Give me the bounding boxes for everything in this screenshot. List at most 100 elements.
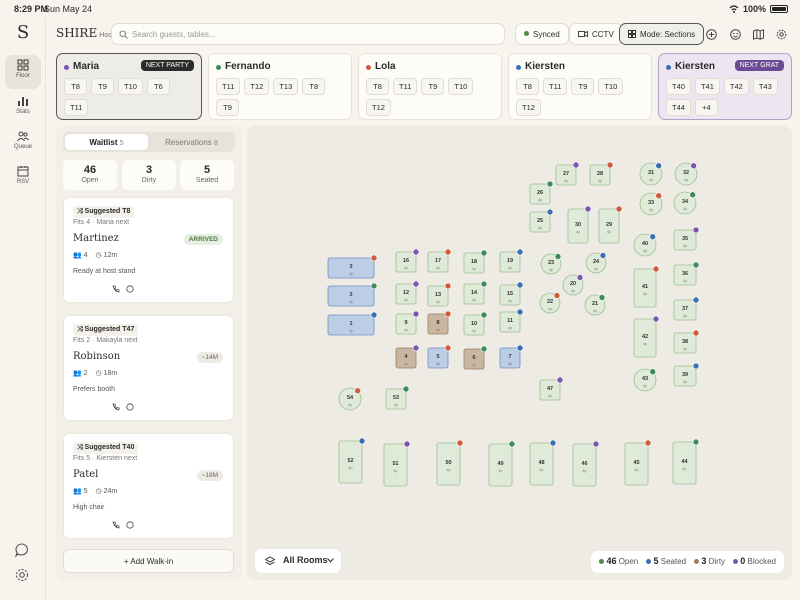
table-chip[interactable]: T9 [91, 78, 114, 95]
table-1[interactable]: 1 4p [327, 311, 378, 336]
table-chip[interactable]: T42 [723, 78, 749, 95]
table-chip[interactable]: T11 [543, 78, 568, 95]
table-15[interactable]: 15 4p [499, 281, 524, 306]
table-chip[interactable]: T11 [64, 99, 89, 116]
table-4[interactable]: 44p [395, 344, 420, 369]
message-icon[interactable] [126, 521, 134, 529]
table-39[interactable]: 39 4p [673, 362, 700, 387]
table-3[interactable]: 3 4p [327, 254, 378, 279]
table-chip[interactable]: T44 [666, 99, 691, 116]
table-28[interactable]: 28 4p [589, 161, 614, 186]
table-chip[interactable]: T12 [516, 99, 541, 116]
table-30[interactable]: 30 4p [567, 205, 592, 244]
table-chip[interactable]: T12 [366, 99, 391, 116]
server-card-fernando[interactable]: Fernando T11 T12 T13 T8 T9 [208, 53, 352, 120]
nav-queue[interactable]: Queue [5, 126, 41, 160]
table-chip[interactable]: T10 [118, 78, 143, 95]
add-walkin-button[interactable]: + Add Walk-in [63, 549, 234, 573]
table-chip[interactable]: T11 [216, 78, 241, 95]
guest-card[interactable]: ⤨ Suggested T47 Fits 2 · Makayla next Ro… [63, 315, 234, 421]
phone-icon[interactable] [112, 521, 120, 529]
table-26[interactable]: 26 4p [529, 180, 554, 205]
table-52[interactable]: 52 4p [338, 437, 366, 484]
table-chip[interactable]: T11 [393, 78, 418, 95]
table-49[interactable]: 49 4p [488, 440, 516, 487]
table-chip[interactable]: T12 [244, 78, 270, 95]
table-chip[interactable]: T40 [666, 78, 691, 95]
table-53[interactable]: 53 4p [385, 385, 410, 410]
more-tables-chip[interactable]: +4 [694, 99, 718, 116]
table-51[interactable]: 51 4p [383, 440, 411, 487]
table-37[interactable]: 37 4p [673, 296, 700, 321]
table-48[interactable]: 48 4p [529, 439, 557, 486]
message-icon[interactable] [126, 285, 134, 293]
table-chip[interactable]: T9 [216, 99, 239, 116]
table-38[interactable]: 38 4p [673, 329, 700, 354]
table-chip[interactable]: T9 [421, 78, 445, 95]
table-31[interactable]: 31 4p [639, 162, 663, 186]
table-18[interactable]: 18 4p [463, 249, 488, 274]
table-45[interactable]: 45 4p [624, 439, 652, 486]
table-chip[interactable]: T10 [448, 78, 474, 95]
table-chip[interactable]: T10 [598, 78, 624, 95]
table-21[interactable]: 21 4p [584, 294, 606, 316]
nav-floor[interactable]: Floor [5, 55, 41, 89]
table-40[interactable]: 40 4p [633, 233, 657, 257]
guest-card[interactable]: ⤨ Suggested T8 Fits 4 · Maria next Marti… [63, 197, 234, 303]
guest-card[interactable]: ⤨ Suggested T40 Fits 5 · Kiersten next P… [63, 433, 234, 539]
table-20[interactable]: 20 4p [562, 274, 584, 296]
server-card-kiersten-grat[interactable]: Kiersten NEXT GRAT T40 T41 T42 T43 T44 +… [658, 53, 792, 120]
table-chip[interactable]: T13 [273, 78, 299, 95]
table-9[interactable]: 9 4p [395, 310, 420, 335]
table-chip[interactable]: T8 [516, 78, 539, 95]
table-43[interactable]: 43 4p [633, 368, 657, 392]
table-27[interactable]: 27 4p [555, 161, 580, 186]
table-44[interactable]: 44 4p [672, 438, 700, 485]
message-icon[interactable] [126, 403, 134, 411]
table-50[interactable]: 50 4p [436, 439, 464, 486]
table-34[interactable]: 34 4p [673, 191, 697, 215]
table-10[interactable]: 10 4p [463, 311, 488, 336]
table-29[interactable]: 29 4p [598, 205, 623, 244]
settings-icon[interactable] [14, 567, 30, 583]
table-chip[interactable]: T9 [571, 78, 595, 95]
map-icon[interactable] [753, 29, 764, 40]
table-2[interactable]: 2 4p [327, 282, 378, 307]
table-5[interactable]: 5 4p [427, 344, 452, 369]
table-41[interactable]: 41 4p [633, 265, 660, 308]
table-32[interactable]: 32 4p [674, 162, 698, 186]
table-25[interactable]: 25 4p [529, 208, 554, 233]
table-8[interactable]: 8 4p [427, 310, 452, 335]
table-23[interactable]: 23 4p [540, 253, 562, 275]
tab-reservations[interactable]: Reservations 8 [150, 134, 233, 150]
search-input[interactable]: Search guests, tables... [111, 23, 505, 45]
server-card-maria[interactable]: Maria NEXT PARTY T8 T9 T10 T6 T11 [56, 53, 202, 120]
table-chip[interactable]: T6 [146, 78, 170, 95]
table-chip[interactable]: T8 [64, 78, 87, 95]
table-36[interactable]: 36 4p [673, 261, 700, 286]
table-35[interactable]: 35 4p [673, 226, 700, 251]
add-icon[interactable] [706, 29, 717, 40]
table-42[interactable]: 42 4p [633, 315, 660, 358]
chat-icon[interactable] [14, 542, 30, 558]
table-7[interactable]: 7 4p [499, 344, 524, 369]
table-13[interactable]: 13 4p [427, 282, 452, 307]
table-11[interactable]: 11 4p [499, 308, 524, 333]
table-chip[interactable]: T8 [302, 78, 326, 95]
table-47[interactable]: 47 4p [539, 376, 564, 401]
nav-rsv[interactable]: RSV [5, 161, 41, 195]
cctv-button[interactable]: CCTV [569, 23, 623, 45]
table-12[interactable]: 12 4p [395, 280, 420, 305]
phone-icon[interactable] [112, 403, 120, 411]
table-14[interactable]: 14 4p [463, 280, 488, 305]
tab-waitlist[interactable]: Waitlist 5 [65, 134, 148, 150]
server-card-kiersten[interactable]: Kiersten T8 T11 T9 T10 T12 [508, 53, 652, 120]
gear-icon[interactable] [776, 29, 787, 40]
face-icon[interactable] [730, 29, 741, 40]
table-19[interactable]: 19 4p [499, 248, 524, 273]
server-card-lola[interactable]: Lola T8 T11 T9 T10 T12 [358, 53, 502, 120]
phone-icon[interactable] [112, 285, 120, 293]
table-chip[interactable]: T8 [366, 78, 389, 95]
table-24[interactable]: 24 4p [585, 252, 607, 274]
nav-stats[interactable]: Stats [5, 91, 41, 125]
